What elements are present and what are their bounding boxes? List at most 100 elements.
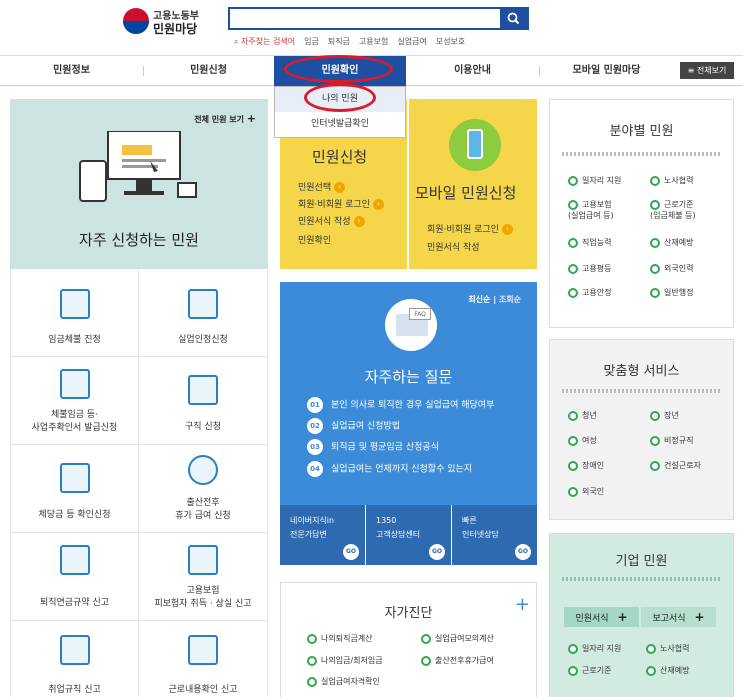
field-civil-title: 분야별 민원	[609, 124, 674, 139]
tile-job-seek[interactable]: 구직 신청	[139, 357, 268, 445]
logo-site: 민원마당	[153, 22, 198, 36]
field-item[interactable]: 일반행정	[650, 287, 693, 298]
self-diagnosis-panel: 자가진단 + 나의퇴직금계산 실업급여모의계산 나의임금/최저임금 출산전후휴가…	[280, 582, 537, 697]
monitor-id-icon	[188, 289, 218, 319]
self-item[interactable]: 나의임금/최저임금	[307, 655, 383, 666]
faq-item[interactable]: 02 실업급여 신청방법	[307, 418, 400, 434]
dropdown-item-issue-check[interactable]: 인터넷발급확인	[275, 112, 405, 137]
keyword-link[interactable]: 임금	[304, 37, 319, 46]
view-all-link[interactable]: 전체 민원 보기 +	[194, 112, 256, 125]
company-civil-title: 기업 민원	[615, 554, 668, 569]
dotted-divider	[562, 152, 722, 156]
field-item[interactable]: 근로기준 (임금체불 등)	[650, 199, 696, 221]
go-button[interactable]: GO	[515, 544, 531, 560]
go-button[interactable]: GO	[343, 544, 359, 560]
keyword-link[interactable]: 퇴직금	[328, 37, 350, 46]
computer-devices-icon	[79, 131, 197, 202]
hot-keywords: ⌕ 자주찾는 검색어 임금 퇴직금 고용보험 실업급여 모성보호	[234, 36, 474, 48]
mobile-step[interactable]: 회원·비회원 로그인 ›	[427, 222, 513, 235]
field-item[interactable]: 고용안정	[568, 287, 611, 298]
self-diagnosis-title: 자가진단	[384, 606, 433, 621]
hot-keywords-label: ⌕ 자주찾는 검색어	[234, 37, 296, 46]
custom-item[interactable]: 비정규직	[650, 435, 693, 446]
custom-item[interactable]: 외국인	[568, 486, 604, 497]
highlight-ring-my-civil	[304, 83, 376, 112]
tile-wage-arrears[interactable]: 임금체불 진정	[10, 269, 139, 357]
self-item[interactable]: 실업급여자격확인	[307, 676, 380, 687]
keyword-link[interactable]: 모성보호	[436, 37, 465, 46]
field-item[interactable]: 일자리 지원	[568, 175, 621, 186]
online-consult-box[interactable]: 빠른 인터넷상담 GO	[452, 505, 537, 565]
apply-step[interactable]: 민원선택 ›	[298, 180, 346, 193]
self-item[interactable]: 실업급여모의계산	[421, 633, 494, 644]
tile-maternity-leave[interactable]: 출산전후 휴가 급여 신청	[139, 445, 268, 533]
smartphone-icon	[449, 119, 501, 171]
all-menu-button[interactable]: ≡ 전체보기	[680, 62, 734, 79]
company-item[interactable]: 산재예방	[646, 665, 689, 676]
mobile-step[interactable]: 민원서식 작성	[427, 240, 480, 253]
faq-title: 자주하는 질문	[364, 368, 453, 386]
keyword-link[interactable]: 고용보험	[359, 37, 388, 46]
tab-civil-forms[interactable]: 민원서식 +	[564, 607, 639, 627]
tile-work-rules[interactable]: 취업규칙 신고	[10, 621, 139, 697]
tile-unemployment-cert[interactable]: 실업인정신청	[139, 269, 268, 357]
tile-insurance-report[interactable]: 고용보험 피보험자 취득 · 상실 신고	[139, 533, 268, 621]
apply-step[interactable]: 민원확인	[298, 233, 331, 246]
house-icon	[59, 545, 90, 575]
nav-item-mobile[interactable]: 모바일 민원마당	[539, 56, 674, 86]
nav-item-apply[interactable]: 민원신청	[143, 56, 274, 86]
search-button[interactable]	[500, 9, 527, 28]
tile-work-confirm[interactable]: 근로내용확인 신고	[139, 621, 268, 697]
field-item[interactable]: 고용보험 (실업급여 등)	[568, 199, 614, 221]
custom-item[interactable]: 장애인	[568, 460, 604, 471]
search-icon	[507, 12, 520, 25]
mobile-apply-card[interactable]: 모바일 민원신청 회원·비회원 로그인 › 민원서식 작성	[409, 99, 537, 269]
faq-item[interactable]: 04 실업급여는 언제까지 신청할수 있는지	[307, 461, 472, 477]
menu-icon: ≡	[687, 66, 697, 75]
naver-expert-box[interactable]: 네이버지식in 전문가답변 GO	[280, 505, 365, 565]
company-item[interactable]: 근로기준	[568, 665, 611, 676]
field-item[interactable]: 고용평등	[568, 263, 611, 274]
field-item[interactable]: 산재예방	[650, 237, 693, 248]
custom-item[interactable]: 건설근로자	[650, 460, 701, 471]
search-input[interactable]	[230, 9, 500, 28]
go-button[interactable]: GO	[429, 544, 445, 560]
call-center-box[interactable]: 1350 고객상담센터 GO	[366, 505, 451, 565]
custom-service-panel: 맞춤형 서비스 청년 장년 여성 비정규직 장애인 건설근로자 외국인	[549, 339, 734, 520]
faq-item[interactable]: 03 퇴직금 및 평균임금 산정공식	[307, 439, 439, 455]
company-item[interactable]: 노사협력	[646, 643, 689, 654]
tile-retirement-pension[interactable]: 퇴직연금규약 신고	[10, 533, 139, 621]
sort-latest[interactable]: 최신순	[468, 295, 490, 304]
tile-substitute-pay[interactable]: 체당금 등 확인신청	[10, 445, 139, 533]
header: 고용노동부 민원마당 ⌕ 자주찾는 검색어 임금 퇴직금 고용보험 실업급여 모성보호	[0, 0, 743, 56]
apply-step[interactable]: 회원·비회원 로그인 ›	[298, 197, 384, 210]
tile-employer-confirm[interactable]: 체불임금 등· 사업주확인서 발급신청	[10, 357, 139, 445]
nav-item-guide[interactable]: 이용안내	[406, 56, 539, 86]
apply-step[interactable]: 민원서식 작성 ›	[298, 214, 365, 227]
mobile-apply-title: 모바일 민원신청	[415, 184, 517, 202]
nav-item-info[interactable]: 민원정보	[0, 56, 143, 86]
company-civil-panel: 기업 민원 민원서식 + 보고서식 + 일자리 지원 노사협력 근로기준 산재예…	[549, 533, 734, 697]
faq-item[interactable]: 01 본인 의사로 퇴직한 경우 실업급여 해당여부	[307, 397, 494, 413]
site-logo[interactable]: 고용노동부 민원마당	[123, 7, 203, 37]
keyword-link[interactable]: 실업급여	[397, 37, 426, 46]
self-item[interactable]: 나의퇴직금계산	[307, 633, 373, 644]
search-box	[228, 7, 529, 30]
document-pen-icon	[59, 369, 90, 399]
field-item[interactable]: 노사협력	[650, 175, 693, 186]
self-item[interactable]: 출산전후휴가급여	[421, 655, 494, 666]
page: 고용노동부 민원마당 ⌕ 자주찾는 검색어 임금 퇴직금 고용보험 실업급여 모성보호 민…	[0, 0, 743, 697]
self-diagnosis-plus-icon[interactable]: +	[515, 594, 530, 615]
company-item[interactable]: 일자리 지원	[568, 643, 621, 654]
dotted-divider	[562, 577, 722, 581]
sort-views[interactable]: 조회순	[499, 295, 521, 304]
clipboard-icon	[59, 463, 90, 493]
custom-item[interactable]: 장년	[650, 410, 679, 421]
arrow-right-icon: ›	[372, 199, 384, 210]
tab-report-forms[interactable]: 보고서식 +	[641, 607, 716, 627]
custom-item[interactable]: 여성	[568, 435, 597, 446]
highlight-ring-nav	[284, 55, 393, 83]
field-item[interactable]: 외국인력	[650, 263, 693, 274]
field-item[interactable]: 직업능력	[568, 237, 611, 248]
custom-item[interactable]: 청년	[568, 410, 597, 421]
